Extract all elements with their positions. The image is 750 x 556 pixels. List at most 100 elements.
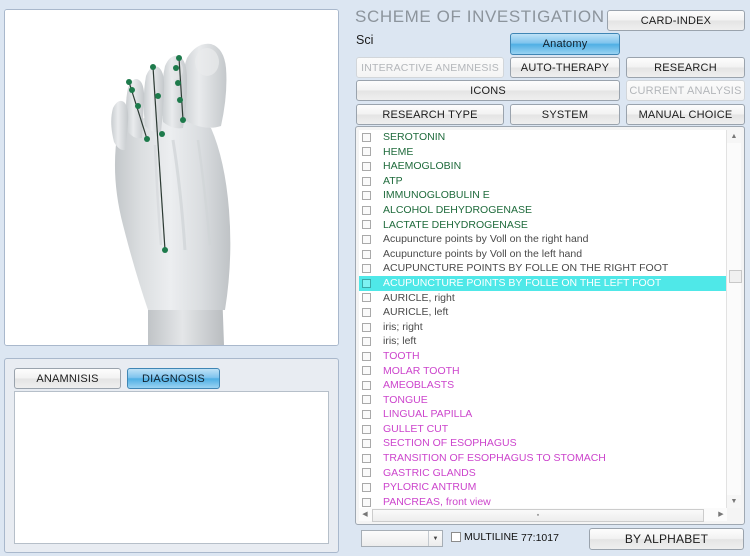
investigation-list[interactable]: SEROTONINHEMEHAEMOGLOBINATPIMMUNOGLOBULI… <box>359 130 727 508</box>
scroll-down-icon[interactable]: ▼ <box>727 495 741 508</box>
list-item[interactable]: HAEMOGLOBIN <box>359 159 727 174</box>
list-item[interactable]: TOOTH <box>359 349 727 364</box>
research-type-button[interactable]: RESEARCH TYPE <box>356 104 504 125</box>
list-item[interactable]: IMMUNOGLOBULIN E <box>359 188 727 203</box>
acupuncture-point[interactable] <box>135 103 141 109</box>
list-item[interactable]: AURICLE, right <box>359 291 727 306</box>
list-item-checkbox[interactable] <box>362 308 371 317</box>
list-item[interactable]: AMEOBLASTS <box>359 378 727 393</box>
list-item-checkbox[interactable] <box>362 235 371 244</box>
record-counter: 77:1017 <box>521 532 559 544</box>
multiline-toggle[interactable]: MULTILINE <box>451 531 518 543</box>
list-item[interactable]: AURICLE, left <box>359 305 727 320</box>
list-item-checkbox[interactable] <box>362 468 371 477</box>
list-item-checkbox[interactable] <box>362 410 371 419</box>
list-item[interactable]: TRANSITION OF ESOPHAGUS TO STOMACH <box>359 451 727 466</box>
list-item[interactable]: LACTATE DEHYDROGENASE <box>359 218 727 233</box>
list-item[interactable]: PYLORIC ANTRUM <box>359 480 727 495</box>
acupuncture-point[interactable] <box>159 131 165 137</box>
acupuncture-point[interactable] <box>173 65 179 71</box>
list-item[interactable]: iris; left <box>359 334 727 349</box>
manual-choice-button[interactable]: MANUAL CHOICE <box>626 104 745 125</box>
acupuncture-point[interactable] <box>162 247 168 253</box>
list-item-checkbox[interactable] <box>362 147 371 156</box>
horizontal-scrollbar-thumb[interactable]: ▪ <box>372 509 704 522</box>
list-item[interactable]: MOLAR TOOTH <box>359 364 727 379</box>
auto-therapy-button[interactable]: AUTO-THERAPY <box>510 57 620 78</box>
tab-anamnisis[interactable]: ANAMNISIS <box>14 368 121 389</box>
list-item-checkbox[interactable] <box>362 264 371 273</box>
scroll-up-icon[interactable]: ▲ <box>727 130 741 143</box>
list-item[interactable]: SEROTONIN <box>359 130 727 145</box>
list-item-label: TONGUE <box>383 393 428 408</box>
interactive-anemnesis-button[interactable]: INTERACTIVE ANEMNESIS <box>356 57 504 78</box>
notes-textarea[interactable] <box>14 391 329 544</box>
foot-anatomy-image[interactable] <box>5 10 338 345</box>
list-item-checkbox[interactable] <box>362 483 371 492</box>
by-alphabet-button[interactable]: BY ALPHABET <box>589 528 744 550</box>
list-item[interactable]: HEME <box>359 145 727 160</box>
footer-bar: ▼ MULTILINE 77:1017 BY ALPHABET <box>355 528 745 552</box>
anatomy-button[interactable]: Anatomy <box>510 33 620 55</box>
list-item-checkbox[interactable] <box>362 162 371 171</box>
multiline-checkbox[interactable] <box>451 532 461 542</box>
acupuncture-point[interactable] <box>177 97 183 103</box>
vertical-scrollbar[interactable]: ▲ ▼ <box>726 130 741 508</box>
list-item-checkbox[interactable] <box>362 323 371 332</box>
acupuncture-point[interactable] <box>144 136 150 142</box>
tab-diagnosis[interactable]: DIAGNOSIS <box>127 368 220 389</box>
filter-dropdown[interactable]: ▼ <box>361 530 443 547</box>
list-item-checkbox[interactable] <box>362 293 371 302</box>
list-item[interactable]: Acupuncture points by Voll on the left h… <box>359 247 727 262</box>
list-item-label: MOLAR TOOTH <box>383 364 460 379</box>
list-item-checkbox[interactable] <box>362 206 371 215</box>
list-item-checkbox[interactable] <box>362 395 371 404</box>
list-item[interactable]: ACUPUNCTURE POINTS BY FOLLE ON THE LEFT … <box>359 276 727 291</box>
vertical-scrollbar-thumb[interactable] <box>729 270 742 283</box>
list-item-checkbox[interactable] <box>362 177 371 186</box>
scroll-right-icon[interactable]: ▶ <box>715 508 727 521</box>
list-item[interactable]: ALCOHOL DEHYDROGENASE <box>359 203 727 218</box>
list-item[interactable]: SECTION OF ESOPHAGUS <box>359 436 727 451</box>
list-item[interactable]: TONGUE <box>359 393 727 408</box>
icons-button[interactable]: ICONS <box>356 80 620 101</box>
acupuncture-point[interactable] <box>180 117 186 123</box>
research-button[interactable]: RESEARCH <box>626 57 745 78</box>
list-item-checkbox[interactable] <box>362 352 371 361</box>
list-item[interactable]: Acupuncture points by Voll on the right … <box>359 232 727 247</box>
list-item[interactable]: ATP <box>359 174 727 189</box>
list-item-checkbox[interactable] <box>362 133 371 142</box>
list-item-checkbox[interactable] <box>362 366 371 375</box>
sci-label: Sci <box>356 33 373 47</box>
list-item-label: AMEOBLASTS <box>383 378 454 393</box>
list-item[interactable]: GULLET CUT <box>359 422 727 437</box>
acupuncture-point[interactable] <box>150 64 156 70</box>
system-button[interactable]: SYSTEM <box>510 104 620 125</box>
list-item-checkbox[interactable] <box>362 279 371 288</box>
acupuncture-point[interactable] <box>126 79 132 85</box>
list-item-checkbox[interactable] <box>362 191 371 200</box>
list-item-label: PYLORIC ANTRUM <box>383 480 476 495</box>
list-item[interactable]: iris; right <box>359 320 727 335</box>
list-item[interactable]: GASTRIC GLANDS <box>359 466 727 481</box>
list-item[interactable]: ACUPUNCTURE POINTS BY FOLLE ON THE RIGHT… <box>359 261 727 276</box>
acupuncture-point[interactable] <box>175 80 181 86</box>
acupuncture-point[interactable] <box>155 93 161 99</box>
acupuncture-point[interactable] <box>176 55 182 61</box>
list-item-checkbox[interactable] <box>362 498 371 507</box>
list-item[interactable]: LINGUAL PAPILLA <box>359 407 727 422</box>
list-item-checkbox[interactable] <box>362 425 371 434</box>
list-item-checkbox[interactable] <box>362 439 371 448</box>
list-item-checkbox[interactable] <box>362 220 371 229</box>
list-item-checkbox[interactable] <box>362 250 371 259</box>
current-analysis-button[interactable]: CURRENT ANALYSIS <box>626 80 745 101</box>
scroll-left-icon[interactable]: ◀ <box>359 508 371 521</box>
list-item[interactable]: PANCREAS, front view <box>359 495 727 508</box>
card-index-button[interactable]: CARD-INDEX <box>607 10 745 31</box>
list-item-checkbox[interactable] <box>362 381 371 390</box>
horizontal-scrollbar[interactable]: ◀ ▪ ▶ <box>359 508 727 521</box>
list-item-checkbox[interactable] <box>362 337 371 346</box>
list-item-checkbox[interactable] <box>362 454 371 463</box>
acupuncture-point[interactable] <box>129 87 135 93</box>
foot-anatomy-image-panel[interactable] <box>4 9 339 346</box>
